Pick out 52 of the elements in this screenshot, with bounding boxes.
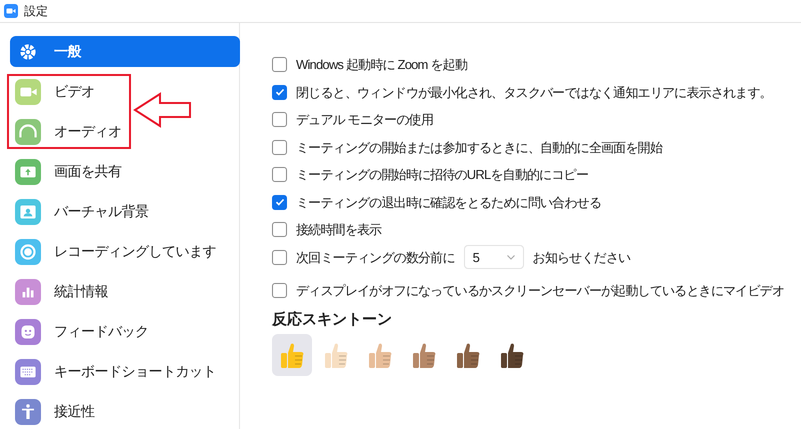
sidebar-item[interactable]: フィードバック [10, 316, 152, 347]
chevron-down-icon [506, 254, 515, 260]
thumbs-up-icon [367, 341, 393, 369]
checkbox[interactable] [272, 84, 287, 100]
smiley-icon [15, 318, 41, 344]
setting-label: デュアル モニターの使用 [296, 111, 434, 129]
checkbox[interactable] [272, 283, 287, 298]
sidebar-item[interactable]: 一般 [10, 36, 240, 67]
setting-label: ミーティングの退出時に確認をとるために問い合わせる [296, 194, 602, 212]
setting-label: 閉じると、ウィンドウが最小化され、タスクバーではなく通知エリアに表示されます。 [296, 84, 772, 102]
keyboard-icon [15, 358, 41, 384]
setting-label: ディスプレイがオフになっているかスクリーンセーバーが起動しているときにマイビデオ [296, 282, 784, 300]
sidebar-item[interactable]: レコーディングしています [10, 236, 220, 267]
thumbs-up-icon [279, 341, 305, 369]
record-icon [15, 238, 41, 264]
share-screen-icon [15, 158, 41, 184]
checkbox[interactable] [272, 57, 287, 72]
thumbs-up-icon [411, 341, 437, 369]
accessibility-icon [15, 398, 41, 424]
left-arrow-outline [133, 92, 193, 128]
sidebar-item[interactable]: ビデオ [10, 76, 98, 107]
minutes-dropdown[interactable]: 5 [464, 245, 524, 270]
setting-label: ミーティングの開始時に招待のURLを自動的にコピー [296, 166, 588, 184]
thumbs-up-icon [323, 341, 349, 369]
bar-chart-icon [15, 278, 41, 304]
setting-label: ミーティングの開始または参加するときに、自動的に全画面を開始 [296, 138, 662, 156]
check-icon [274, 87, 284, 98]
check-icon [274, 197, 284, 208]
checkbox[interactable] [272, 222, 287, 238]
checkbox[interactable] [272, 250, 287, 265]
headphones-icon [15, 118, 41, 144]
checkbox[interactable] [272, 112, 287, 128]
portrait-icon [15, 198, 41, 224]
window-title: 設定 [24, 3, 48, 20]
sidebar-item[interactable]: オーディオ [10, 116, 126, 147]
sidebar-item[interactable]: バーチャル背景 [10, 196, 152, 227]
setting-label: 次回ミーティングの数分前に [296, 248, 455, 266]
thumbs-up-icon [455, 341, 481, 369]
setting-label: 接続時間を表示 [296, 221, 382, 239]
setting-label: Windows 起動時に Zoom を起動 [296, 56, 468, 74]
setting-label: お知らせください [532, 248, 630, 266]
sidebar-item[interactable]: 接近性 [10, 396, 98, 427]
section-heading: 反応スキントーン [272, 310, 393, 330]
video-camera-icon [4, 4, 18, 18]
checkbox[interactable] [272, 167, 287, 182]
sidebar-item[interactable]: 画面を共有 [10, 156, 126, 187]
sidebar-item[interactable]: キーボードショートカット [10, 356, 220, 387]
checkbox[interactable] [272, 194, 287, 210]
thumbs-up-icon [499, 341, 525, 369]
sidebar-item[interactable]: 統計情報 [10, 276, 112, 307]
checkbox[interactable] [272, 140, 287, 155]
video-camera-icon [15, 78, 41, 104]
